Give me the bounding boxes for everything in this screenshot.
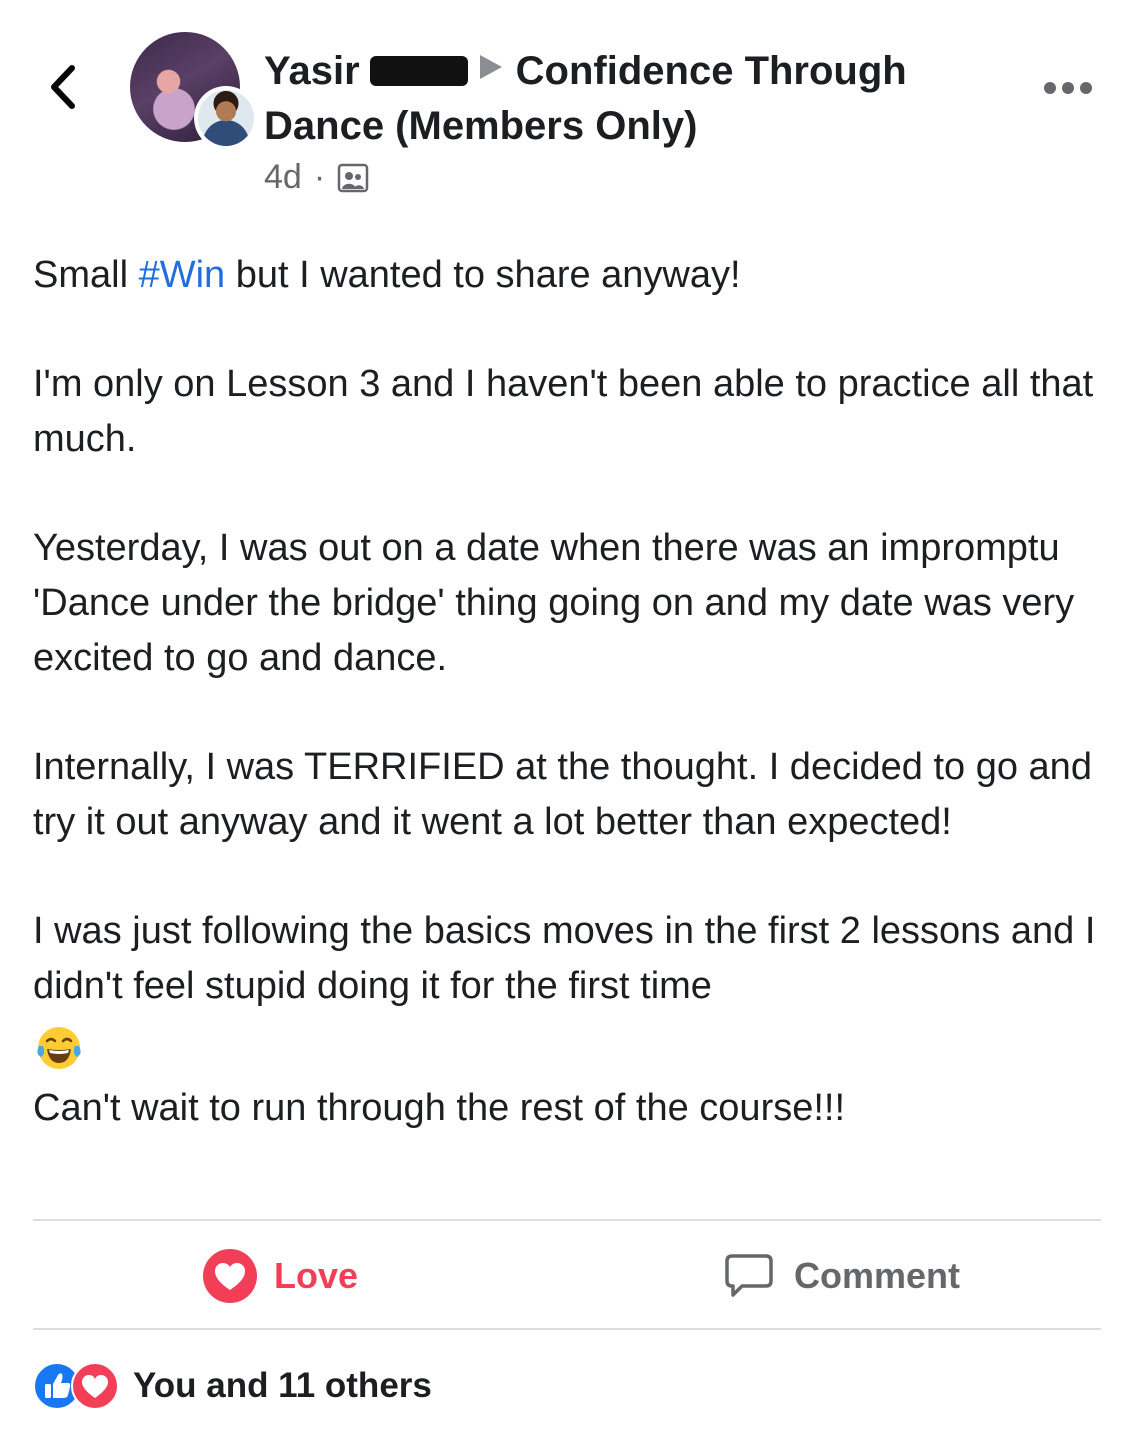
emoji-row — [33, 1014, 1103, 1081]
post-timestamp[interactable]: 4d — [264, 158, 302, 197]
tears-of-joy-emoji — [37, 1026, 81, 1069]
chevron-left-icon — [51, 65, 75, 109]
comment-label: Comment — [794, 1255, 961, 1296]
back-button[interactable] — [44, 62, 84, 112]
user-avatar-photo — [198, 90, 254, 146]
post-paragraph-3: Yesterday, I was out on a date when ther… — [33, 527, 1075, 679]
love-reaction-icon — [203, 1249, 257, 1303]
group-name-line1[interactable]: Confidence Through — [516, 49, 907, 93]
reactions-summary[interactable]: You and 11 others — [33, 1358, 432, 1414]
love-icon — [71, 1362, 119, 1410]
redacted-surname — [369, 56, 468, 86]
post-paragraph-1: Small #Win but I wanted to share anyway! — [33, 248, 1103, 303]
more-options-button[interactable] — [1043, 76, 1093, 100]
post-view: Yasir Confidence Through Dance (Members O… — [0, 0, 1133, 1440]
user-avatar[interactable] — [194, 86, 258, 150]
reactions-count-text: You and 11 others — [133, 1366, 432, 1405]
love-label: Love — [274, 1255, 359, 1296]
post-text: but I wanted to share anyway! — [225, 254, 741, 296]
post-meta: 4d · — [264, 158, 369, 197]
comment-button[interactable]: Comment — [724, 1246, 960, 1306]
post-body: Small #Win but I wanted to share anyway!… — [33, 248, 1103, 1136]
divider-top — [33, 1219, 1101, 1221]
post-header-title: Yasir Confidence Through Dance (Members O… — [264, 44, 964, 154]
post-text: Small — [33, 254, 139, 296]
group-members-icon — [337, 163, 369, 192]
comment-bubble-icon — [725, 1254, 773, 1297]
post-paragraph-2: I'm only on Lesson 3 and I haven't been … — [33, 363, 1094, 460]
post-paragraph-4: Internally, I was TERRIFIED at the thoug… — [33, 746, 1092, 843]
group-name-line2[interactable]: Dance (Members Only) — [264, 104, 697, 148]
avatar-stack[interactable] — [130, 32, 258, 150]
post-paragraph-6: Can't wait to run through the rest of th… — [33, 1087, 846, 1129]
triangle-right-icon — [479, 55, 502, 79]
meta-separator: · — [313, 158, 326, 196]
reaction-icons — [33, 1362, 121, 1410]
post-paragraph-5: I was just following the basics moves in… — [33, 910, 1096, 1007]
more-dots-icon — [1044, 82, 1092, 94]
author-name[interactable]: Yasir — [264, 49, 360, 93]
divider-bottom — [33, 1328, 1101, 1330]
hashtag-link[interactable]: #Win — [139, 254, 226, 296]
love-button[interactable]: Love — [202, 1246, 358, 1306]
